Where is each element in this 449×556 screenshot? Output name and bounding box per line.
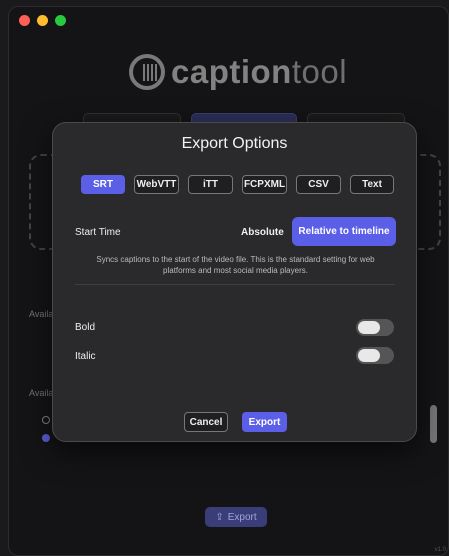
background-radio <box>42 434 50 442</box>
export-options-dialog: Export Options SRT WebVTT iTT FCPXML CSV… <box>52 122 417 442</box>
bold-toggle[interactable] <box>356 319 394 336</box>
format-text-button[interactable]: Text <box>350 175 394 194</box>
format-srt-button[interactable]: SRT <box>81 175 125 194</box>
start-time-label: Start Time <box>75 227 121 238</box>
bold-label: Bold <box>75 322 96 333</box>
app-logo: captiontool <box>129 53 347 91</box>
italic-label: Italic <box>75 351 96 362</box>
start-time-description: Syncs captions to the start of the video… <box>96 255 375 275</box>
background-radio <box>42 416 50 424</box>
absolute-option[interactable]: Absolute <box>241 227 284 238</box>
toggle-knob <box>358 349 380 362</box>
format-csv-button[interactable]: CSV <box>296 175 341 194</box>
format-fcpxml-button[interactable]: FCPXML <box>242 175 287 194</box>
available-label: Availa <box>29 388 54 398</box>
background-export-button: ⇪ Export <box>205 507 267 527</box>
close-window-button[interactable] <box>19 15 30 26</box>
logo-text: captiontool <box>171 53 348 90</box>
cancel-button[interactable]: Cancel <box>184 412 228 432</box>
dialog-title: Export Options <box>181 135 288 152</box>
zoom-window-button[interactable] <box>55 15 66 26</box>
window-controls <box>19 15 66 26</box>
available-label: Availa <box>29 309 54 319</box>
format-webvtt-button[interactable]: WebVTT <box>134 175 179 194</box>
export-button[interactable]: Export <box>242 412 287 432</box>
scrollbar[interactable] <box>430 405 437 443</box>
toggle-knob <box>358 321 380 334</box>
version-label: v1.0 <box>434 547 446 553</box>
divider <box>75 284 395 285</box>
format-selector: SRT WebVTT iTT FCPXML CSV Text <box>81 175 394 194</box>
format-itt-button[interactable]: iTT <box>188 175 233 194</box>
italic-toggle[interactable] <box>356 347 394 364</box>
share-icon: ⇪ <box>215 511 224 523</box>
logo-icon <box>129 54 165 90</box>
relative-to-timeline-button[interactable]: Relative to timeline <box>292 217 396 246</box>
minimize-window-button[interactable] <box>37 15 48 26</box>
